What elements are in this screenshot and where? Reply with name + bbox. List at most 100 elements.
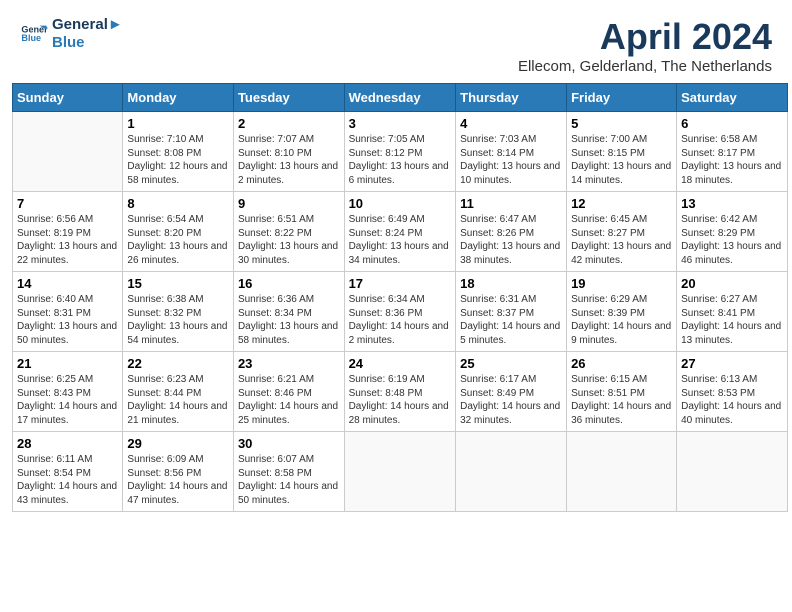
calendar-week-row: 7 Sunrise: 6:56 AMSunset: 8:19 PMDaylight… [13, 192, 788, 272]
day-info: Sunrise: 6:34 AMSunset: 8:36 PMDaylight:… [349, 293, 452, 347]
day-number: 5 [571, 116, 672, 131]
calendar-day-cell [456, 432, 567, 512]
calendar-day-cell [13, 112, 123, 192]
day-info: Sunrise: 6:42 AMSunset: 8:29 PMDaylight:… [681, 213, 783, 267]
calendar-table: SundayMondayTuesdayWednesdayThursdayFrid… [12, 83, 788, 512]
calendar-day-cell: 29Sunrise: 6:09 AMSunset: 8:56 PMDayligh… [123, 432, 234, 512]
day-info: Sunrise: 7:00 AMSunset: 8:15 PMDaylight:… [571, 133, 672, 187]
calendar-day-cell: 19 Sunrise: 6:29 AMSunset: 8:39 PMDayligh… [567, 272, 677, 352]
day-number: 11 [460, 196, 562, 211]
calendar-day-cell: 12Sunrise: 6:45 AMSunset: 8:27 PMDayligh… [567, 192, 677, 272]
day-number: 30 [238, 436, 340, 451]
day-of-week-header: Thursday [456, 84, 567, 112]
calendar-day-cell: 1 Sunrise: 7:10 AMSunset: 8:08 PMDaylight… [123, 112, 234, 192]
calendar-container: SundayMondayTuesdayWednesdayThursdayFrid… [0, 83, 792, 520]
day-info: Sunrise: 6:27 AMSunset: 8:41 PMDaylight:… [681, 293, 783, 347]
calendar-day-cell: 28 Sunrise: 6:11 AMSunset: 8:54 PMDayligh… [13, 432, 123, 512]
calendar-day-cell: 24Sunrise: 6:19 AMSunset: 8:48 PMDayligh… [344, 352, 456, 432]
logo-icon: General Blue [20, 20, 48, 48]
day-info: Sunrise: 6:29 AMSunset: 8:39 PMDaylight:… [571, 293, 672, 347]
day-number: 2 [238, 116, 340, 131]
day-info: Sunrise: 7:05 AMSunset: 8:12 PMDaylight:… [349, 133, 452, 187]
day-info: Sunrise: 6:51 AMSunset: 8:22 PMDaylight:… [238, 213, 340, 267]
calendar-week-row: 14Sunrise: 6:40 AMSunset: 8:31 PMDayligh… [13, 272, 788, 352]
day-number: 15 [127, 276, 229, 291]
day-of-week-header: Tuesday [233, 84, 344, 112]
calendar-day-cell: 16 Sunrise: 6:36 AMSunset: 8:34 PMDayligh… [233, 272, 344, 352]
calendar-week-row: 28 Sunrise: 6:11 AMSunset: 8:54 PMDayligh… [13, 432, 788, 512]
day-number: 19 [571, 276, 672, 291]
day-info: Sunrise: 6:56 AMSunset: 8:19 PMDaylight:… [17, 213, 118, 267]
day-info: Sunrise: 7:10 AMSunset: 8:08 PMDaylight:… [127, 133, 229, 187]
day-number: 27 [681, 356, 783, 371]
calendar-header-row: SundayMondayTuesdayWednesdayThursdayFrid… [13, 84, 788, 112]
day-number: 20 [681, 276, 783, 291]
calendar-week-row: 21Sunrise: 6:25 AMSunset: 8:43 PMDayligh… [13, 352, 788, 432]
day-info: Sunrise: 6:15 AMSunset: 8:51 PMDaylight:… [571, 373, 672, 427]
day-number: 26 [571, 356, 672, 371]
day-number: 17 [349, 276, 452, 291]
calendar-day-cell: 14Sunrise: 6:40 AMSunset: 8:31 PMDayligh… [13, 272, 123, 352]
day-number: 1 [127, 116, 229, 131]
logo-subtext: Blue [52, 34, 123, 52]
day-of-week-header: Saturday [677, 84, 788, 112]
day-of-week-header: Sunday [13, 84, 123, 112]
calendar-day-cell [677, 432, 788, 512]
calendar-day-cell: 6 Sunrise: 6:58 AMSunset: 8:17 PMDaylight… [677, 112, 788, 192]
day-number: 23 [238, 356, 340, 371]
day-info: Sunrise: 6:11 AMSunset: 8:54 PMDaylight:… [17, 453, 118, 507]
day-number: 16 [238, 276, 340, 291]
day-info: Sunrise: 6:58 AMSunset: 8:17 PMDaylight:… [681, 133, 783, 187]
svg-text:Blue: Blue [21, 33, 41, 43]
day-info: Sunrise: 6:36 AMSunset: 8:34 PMDaylight:… [238, 293, 340, 347]
calendar-week-row: 1 Sunrise: 7:10 AMSunset: 8:08 PMDaylight… [13, 112, 788, 192]
day-info: Sunrise: 6:25 AMSunset: 8:43 PMDaylight:… [17, 373, 118, 427]
day-info: Sunrise: 6:40 AMSunset: 8:31 PMDaylight:… [17, 293, 118, 347]
calendar-day-cell: 30 Sunrise: 6:07 AMSunset: 8:58 PMDayligh… [233, 432, 344, 512]
calendar-day-cell: 18 Sunrise: 6:31 AMSunset: 8:37 PMDayligh… [456, 272, 567, 352]
day-number: 28 [17, 436, 118, 451]
calendar-day-cell: 11Sunrise: 6:47 AMSunset: 8:26 PMDayligh… [456, 192, 567, 272]
day-number: 10 [349, 196, 452, 211]
day-info: Sunrise: 6:38 AMSunset: 8:32 PMDaylight:… [127, 293, 229, 347]
logo: General Blue General► Blue [20, 16, 123, 52]
calendar-day-cell: 15 Sunrise: 6:38 AMSunset: 8:32 PMDayligh… [123, 272, 234, 352]
calendar-day-cell: 23 Sunrise: 6:21 AMSunset: 8:46 PMDayligh… [233, 352, 344, 432]
day-info: Sunrise: 6:45 AMSunset: 8:27 PMDaylight:… [571, 213, 672, 267]
title-block: April 2024 Ellecom, Gelderland, The Neth… [518, 16, 772, 75]
day-of-week-header: Friday [567, 84, 677, 112]
day-number: 18 [460, 276, 562, 291]
day-number: 7 [17, 196, 118, 211]
day-of-week-header: Wednesday [344, 84, 456, 112]
day-number: 24 [349, 356, 452, 371]
day-number: 29 [127, 436, 229, 451]
month-year-title: April 2024 [518, 16, 772, 58]
day-info: Sunrise: 7:07 AMSunset: 8:10 PMDaylight:… [238, 133, 340, 187]
calendar-day-cell: 10 Sunrise: 6:49 AMSunset: 8:24 PMDayligh… [344, 192, 456, 272]
calendar-day-cell: 25 Sunrise: 6:17 AMSunset: 8:49 PMDayligh… [456, 352, 567, 432]
day-number: 3 [349, 116, 452, 131]
calendar-day-cell: 17 Sunrise: 6:34 AMSunset: 8:36 PMDayligh… [344, 272, 456, 352]
day-info: Sunrise: 6:54 AMSunset: 8:20 PMDaylight:… [127, 213, 229, 267]
calendar-day-cell: 20 Sunrise: 6:27 AMSunset: 8:41 PMDayligh… [677, 272, 788, 352]
location-subtitle: Ellecom, Gelderland, The Netherlands [518, 58, 772, 75]
calendar-day-cell: 2 Sunrise: 7:07 AMSunset: 8:10 PMDaylight… [233, 112, 344, 192]
day-info: Sunrise: 6:31 AMSunset: 8:37 PMDaylight:… [460, 293, 562, 347]
day-number: 22 [127, 356, 229, 371]
day-info: Sunrise: 6:17 AMSunset: 8:49 PMDaylight:… [460, 373, 562, 427]
logo-text: General► [52, 16, 123, 34]
day-info: Sunrise: 6:13 AMSunset: 8:53 PMDaylight:… [681, 373, 783, 427]
calendar-day-cell [344, 432, 456, 512]
calendar-day-cell: 5 Sunrise: 7:00 AMSunset: 8:15 PMDaylight… [567, 112, 677, 192]
calendar-day-cell: 21Sunrise: 6:25 AMSunset: 8:43 PMDayligh… [13, 352, 123, 432]
calendar-day-cell: 26 Sunrise: 6:15 AMSunset: 8:51 PMDayligh… [567, 352, 677, 432]
day-info: Sunrise: 6:07 AMSunset: 8:58 PMDaylight:… [238, 453, 340, 507]
day-info: Sunrise: 6:49 AMSunset: 8:24 PMDaylight:… [349, 213, 452, 267]
day-number: 13 [681, 196, 783, 211]
day-number: 25 [460, 356, 562, 371]
calendar-day-cell [567, 432, 677, 512]
calendar-day-cell: 8Sunrise: 6:54 AMSunset: 8:20 PMDaylight… [123, 192, 234, 272]
day-number: 6 [681, 116, 783, 131]
day-info: Sunrise: 6:21 AMSunset: 8:46 PMDaylight:… [238, 373, 340, 427]
calendar-day-cell: 4Sunrise: 7:03 AMSunset: 8:14 PMDaylight… [456, 112, 567, 192]
